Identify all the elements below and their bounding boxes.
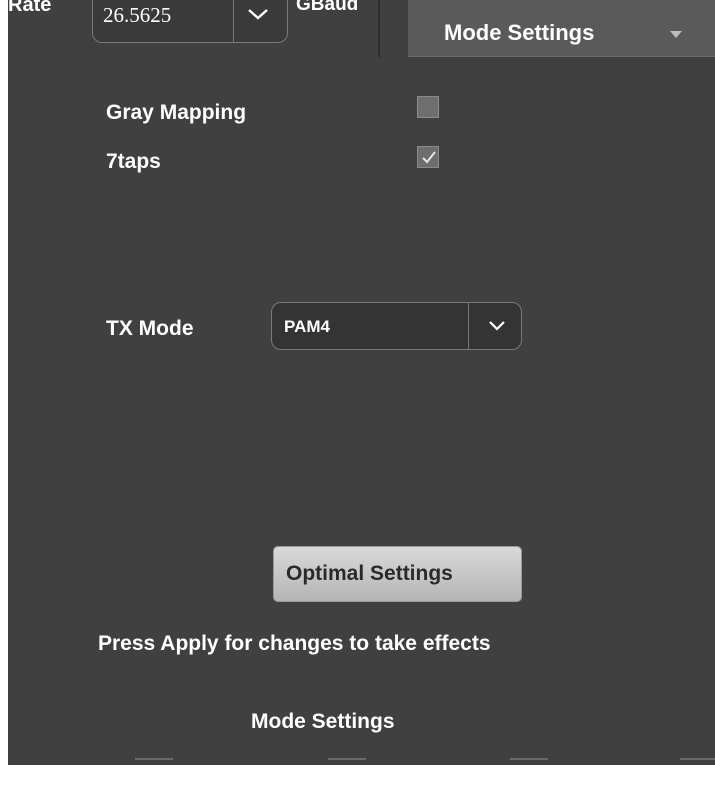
mode-settings-panel: Rate 26.5625 GBaud Mode Settings Gray Ma…	[8, 0, 715, 765]
rate-combobox[interactable]: 26.5625	[92, 0, 288, 43]
top-strip: Rate 26.5625 GBaud Mode Settings	[8, 0, 715, 57]
rate-value[interactable]: 26.5625	[103, 3, 171, 28]
combo-divider	[468, 303, 469, 349]
tab-label: Mode Settings	[444, 20, 595, 45]
tx-mode-value[interactable]: PAM4	[284, 317, 330, 337]
chevron-down-icon[interactable]	[486, 317, 508, 335]
7taps-label: 7taps	[106, 150, 161, 173]
divider-tick	[328, 758, 366, 760]
divider-tick	[510, 758, 548, 760]
optimal-settings-label: Optimal Settings	[286, 562, 453, 585]
gray-mapping-label: Gray Mapping	[106, 101, 247, 124]
optimal-settings-button[interactable]: Optimal Settings	[273, 546, 522, 602]
caret-down-icon[interactable]	[670, 31, 682, 38]
chevron-down-icon[interactable]	[243, 3, 273, 25]
rate-unit: GBaud	[296, 0, 359, 15]
tab-mode-settings[interactable]: Mode Settings	[408, 0, 715, 57]
divider-tick	[135, 758, 173, 760]
apply-hint-text: Press Apply for changes to take effects	[98, 632, 491, 655]
rate-label: Rate	[8, 0, 52, 16]
tx-mode-label: TX Mode	[106, 317, 194, 340]
toolbar-divider	[378, 0, 380, 57]
gray-mapping-checkbox[interactable]	[417, 96, 439, 118]
checkmark-icon	[422, 151, 436, 164]
divider-tick	[680, 758, 715, 760]
footer-title: Mode Settings	[251, 710, 395, 733]
combo-divider	[233, 0, 234, 42]
tx-mode-select[interactable]: PAM4	[271, 302, 522, 350]
7taps-checkbox[interactable]	[417, 146, 439, 168]
